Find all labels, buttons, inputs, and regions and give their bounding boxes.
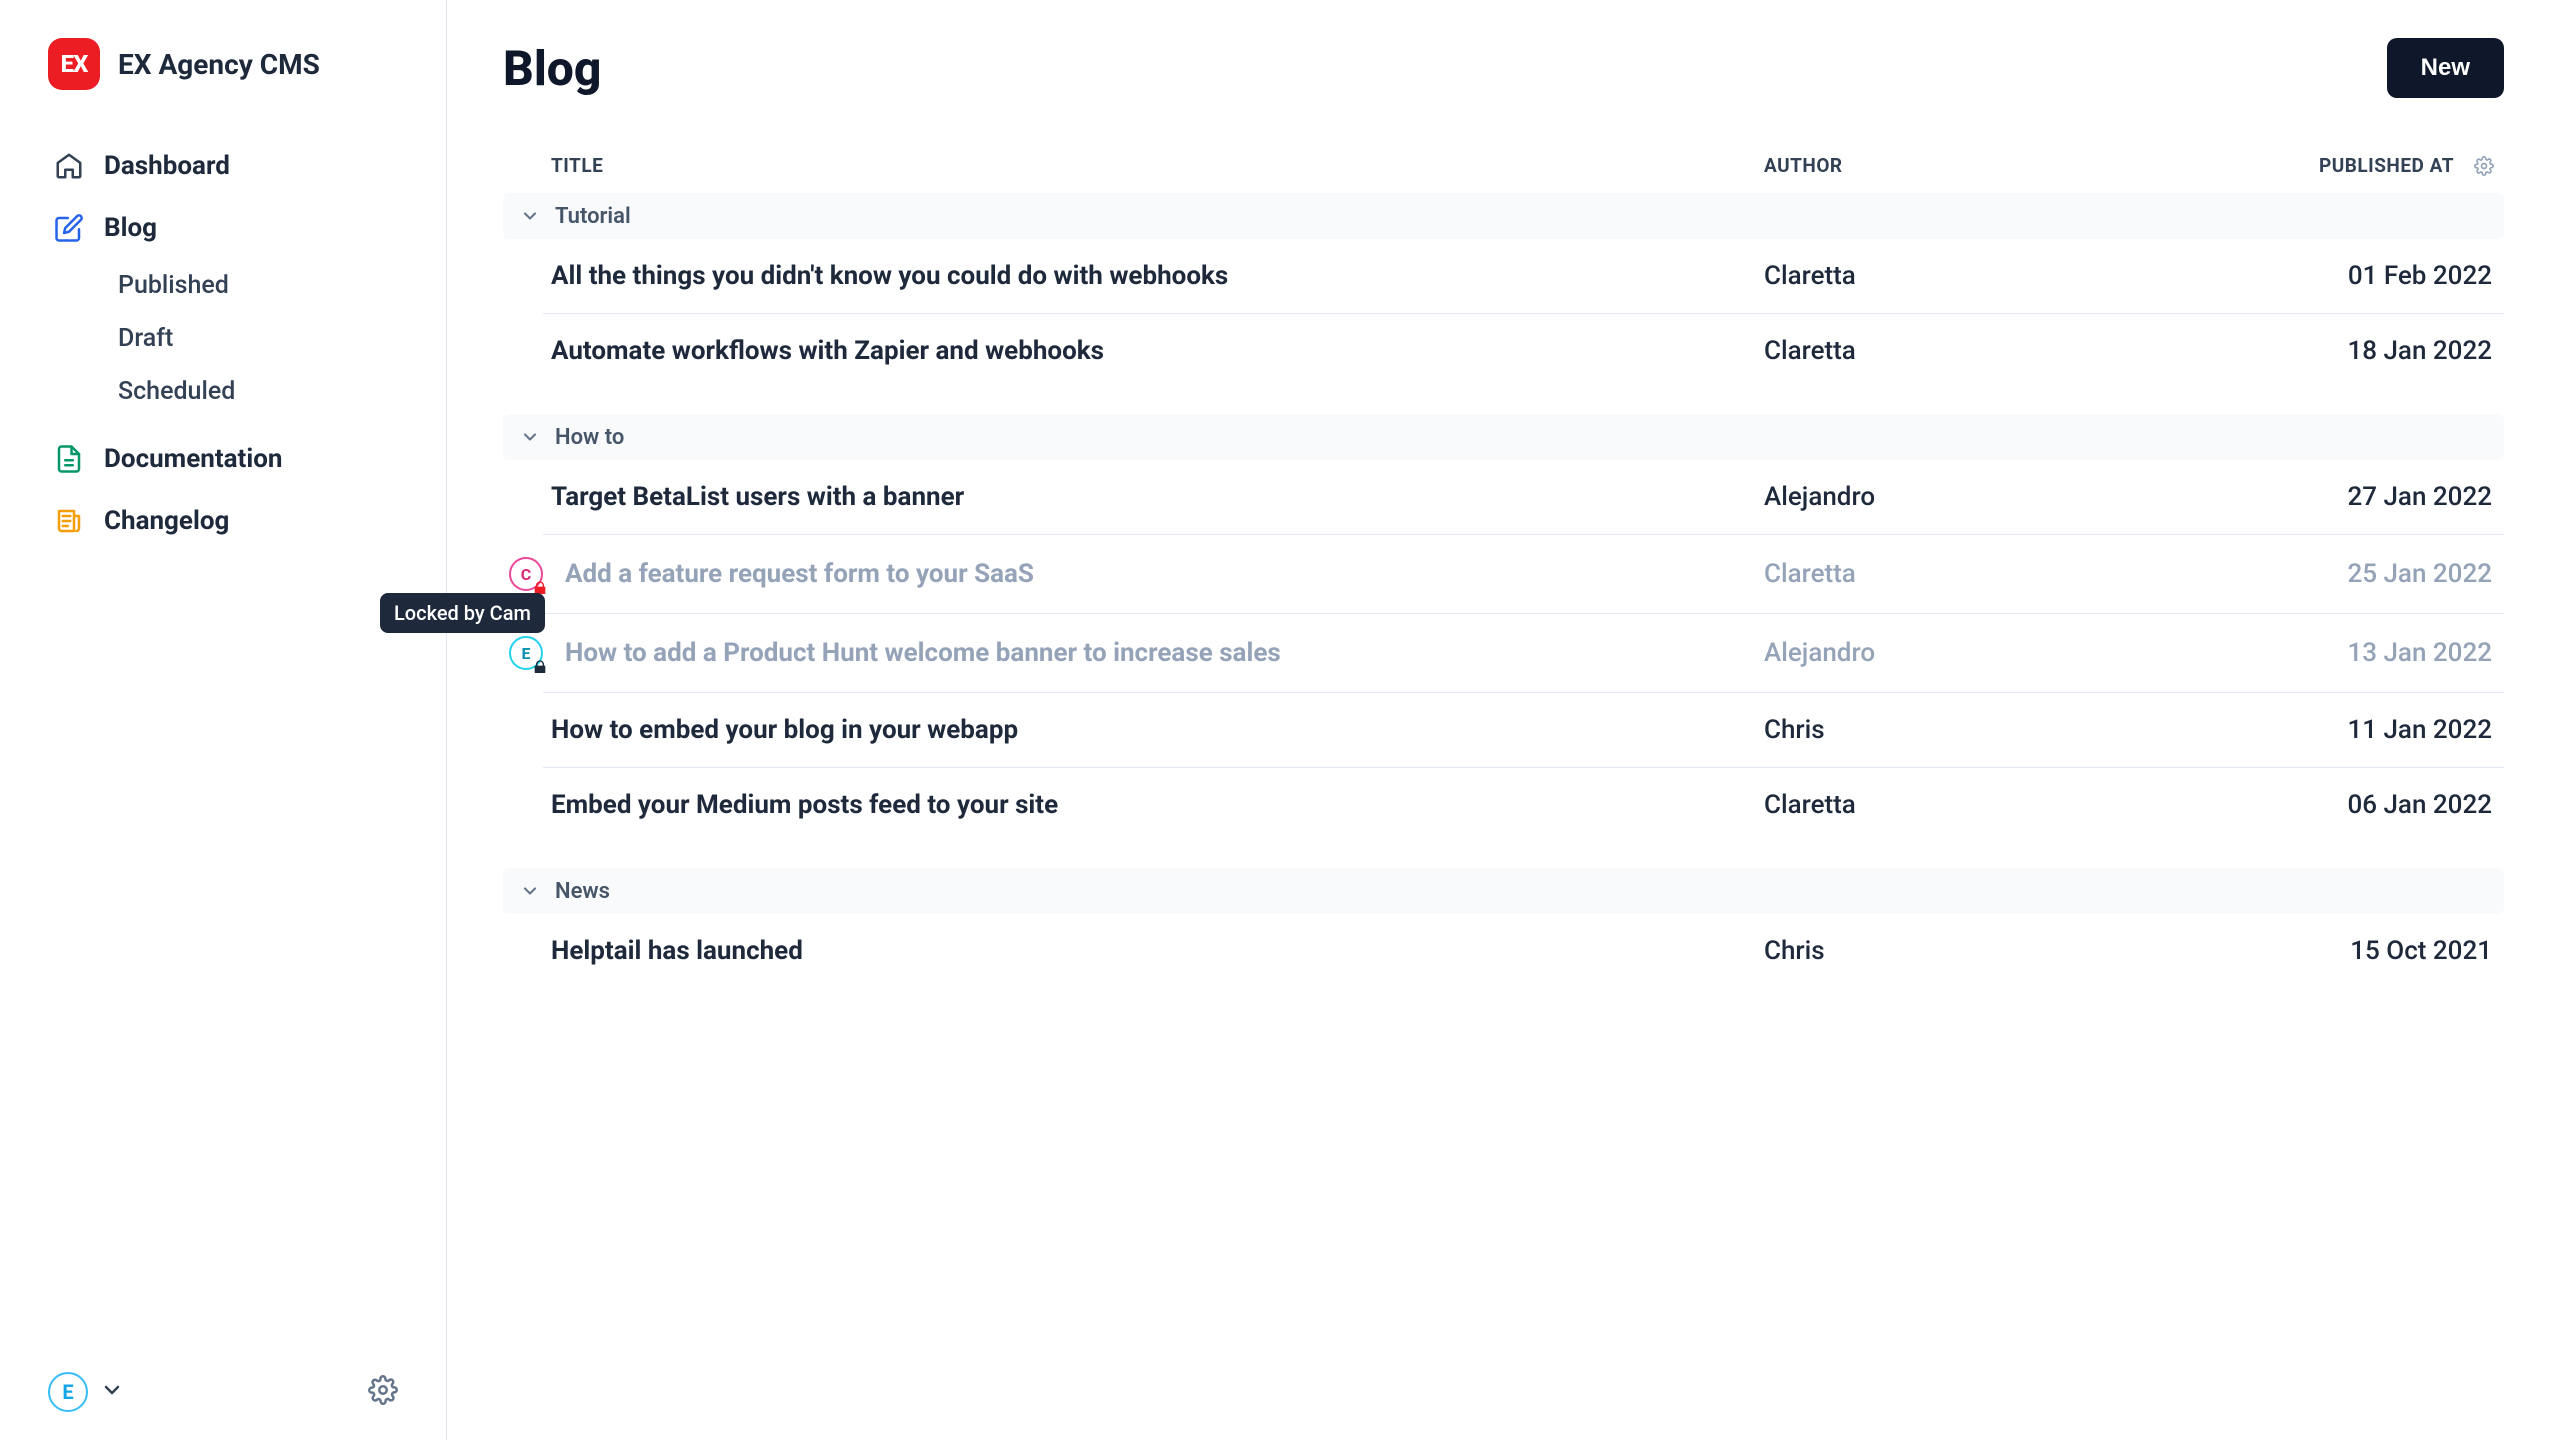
row-author: Chris <box>1764 936 2184 966</box>
row-title: EHow to add a Product Hunt welcome banne… <box>543 636 1764 670</box>
sidebar-sub-scheduled[interactable]: Scheduled <box>104 365 406 418</box>
lock-avatar[interactable]: C <box>509 557 543 591</box>
row-published: 25 Jan 2022 <box>2184 559 2504 589</box>
row-title-text: All the things you didn't know you could… <box>551 261 1228 291</box>
group-label: Tutorial <box>555 204 631 229</box>
group-label: How to <box>555 425 624 450</box>
table-row[interactable]: Embed your Medium posts feed to your sit… <box>543 768 2504 842</box>
group-header[interactable]: Tutorial <box>503 193 2504 239</box>
page-title: Blog <box>503 40 601 97</box>
group-header[interactable]: How to <box>503 414 2504 460</box>
main: Blog New TITLE AUTHOR PUBLISHED AT Tutor… <box>447 0 2560 1440</box>
page-header: Blog New <box>503 38 2504 98</box>
table-row[interactable]: Automate workflows with Zapier and webho… <box>543 314 2504 388</box>
user-avatar: E <box>48 1372 88 1412</box>
row-title-text: Automate workflows with Zapier and webho… <box>551 336 1104 366</box>
col-author[interactable]: AUTHOR <box>1764 154 2184 177</box>
sidebar-item-blog[interactable]: Blog <box>40 197 406 259</box>
group-label: News <box>555 879 610 904</box>
row-author: Alejandro <box>1764 482 2184 512</box>
user-menu[interactable]: E <box>48 1372 124 1412</box>
row-published: 18 Jan 2022 <box>2184 336 2504 366</box>
sidebar-sub-published[interactable]: Published <box>104 259 406 312</box>
table-group: Tutorial All the things you didn't know y… <box>503 193 2504 388</box>
sidebar-footer: E <box>0 1372 446 1412</box>
lock-icon <box>531 579 549 597</box>
chevron-down-icon <box>517 203 543 229</box>
sidebar-item-label: Changelog <box>104 506 229 536</box>
row-author: Claretta <box>1764 261 2184 291</box>
table-row[interactable]: EHow to add a Product Hunt welcome banne… <box>543 614 2504 693</box>
table-row[interactable]: CAdd a feature request form to your SaaS… <box>543 535 2504 614</box>
row-title-text: Helptail has launched <box>551 936 803 966</box>
home-icon <box>54 151 84 181</box>
filetext-icon <box>54 444 84 474</box>
row-title: Automate workflows with Zapier and webho… <box>543 336 1764 366</box>
table-body: Tutorial All the things you didn't know y… <box>503 193 2504 988</box>
col-title[interactable]: TITLE <box>503 154 1764 177</box>
table-row[interactable]: Helptail has launched Chris15 Oct 2021 <box>543 914 2504 988</box>
sidebar-sub-draft[interactable]: Draft <box>104 312 406 365</box>
row-title-text: Add a feature request form to your SaaS <box>565 559 1034 589</box>
row-author: Claretta <box>1764 559 2184 589</box>
row-title: Helptail has launched <box>543 936 1764 966</box>
sidebar-item-changelog[interactable]: Changelog <box>40 490 406 552</box>
lock-icon <box>531 658 549 676</box>
row-title: All the things you didn't know you could… <box>543 261 1764 291</box>
row-title-text: How to add a Product Hunt welcome banner… <box>565 638 1281 668</box>
row-title-text: Target BetaList users with a banner <box>551 482 964 512</box>
row-published: 13 Jan 2022 <box>2184 638 2504 668</box>
table-group: How to Target BetaList users with a banne… <box>503 414 2504 842</box>
sidebar-item-dashboard[interactable]: Dashboard <box>40 135 406 197</box>
row-title: Target BetaList users with a banner <box>543 482 1764 512</box>
sidebar-item-label: Blog <box>104 213 157 243</box>
gear-icon <box>368 1375 398 1405</box>
row-author: Claretta <box>1764 336 2184 366</box>
row-title: CAdd a feature request form to your SaaS <box>543 557 1764 591</box>
newspaper-icon <box>54 506 84 536</box>
row-author: Chris <box>1764 715 2184 745</box>
row-title: How to embed your blog in your webapp <box>543 715 1764 745</box>
chevron-down-icon <box>100 1378 124 1406</box>
row-author: Alejandro <box>1764 638 2184 668</box>
table-header: TITLE AUTHOR PUBLISHED AT <box>503 154 2504 191</box>
brand: EX EX Agency CMS <box>0 38 446 135</box>
chevron-down-icon <box>517 878 543 904</box>
row-title: Embed your Medium posts feed to your sit… <box>543 790 1764 820</box>
row-published: 27 Jan 2022 <box>2184 482 2504 512</box>
sidebar-item-label: Dashboard <box>104 151 230 181</box>
sidebar-sub-blog: Published Draft Scheduled <box>40 259 406 418</box>
settings-button[interactable] <box>368 1375 398 1409</box>
table-group: News Helptail has launched Chris15 Oct 202… <box>503 868 2504 988</box>
row-published: 15 Oct 2021 <box>2184 936 2504 966</box>
gear-icon <box>2474 156 2494 176</box>
table-settings-button[interactable] <box>2464 156 2504 176</box>
sidebar-item-label: Documentation <box>104 444 282 474</box>
sidebar-item-documentation[interactable]: Documentation <box>40 428 406 490</box>
row-title-text: How to embed your blog in your webapp <box>551 715 1018 745</box>
nav: Dashboard Blog Published Draft Scheduled… <box>0 135 446 552</box>
chevron-down-icon <box>517 424 543 450</box>
col-published[interactable]: PUBLISHED AT <box>2184 154 2464 177</box>
new-button[interactable]: New <box>2387 38 2504 98</box>
table-row[interactable]: Target BetaList users with a banner Aleja… <box>543 460 2504 535</box>
row-published: 06 Jan 2022 <box>2184 790 2504 820</box>
sidebar: EX EX Agency CMS Dashboard Blog Publishe… <box>0 0 447 1440</box>
row-published: 01 Feb 2022 <box>2184 261 2504 291</box>
row-author: Claretta <box>1764 790 2184 820</box>
table-row[interactable]: How to embed your blog in your webapp Chr… <box>543 693 2504 768</box>
table-row[interactable]: All the things you didn't know you could… <box>543 239 2504 314</box>
row-published: 11 Jan 2022 <box>2184 715 2504 745</box>
edit-icon <box>54 213 84 243</box>
brand-name: EX Agency CMS <box>118 48 320 81</box>
brand-logo: EX <box>48 38 100 90</box>
lock-avatar[interactable]: E <box>509 636 543 670</box>
group-header[interactable]: News <box>503 868 2504 914</box>
row-title-text: Embed your Medium posts feed to your sit… <box>551 790 1058 820</box>
